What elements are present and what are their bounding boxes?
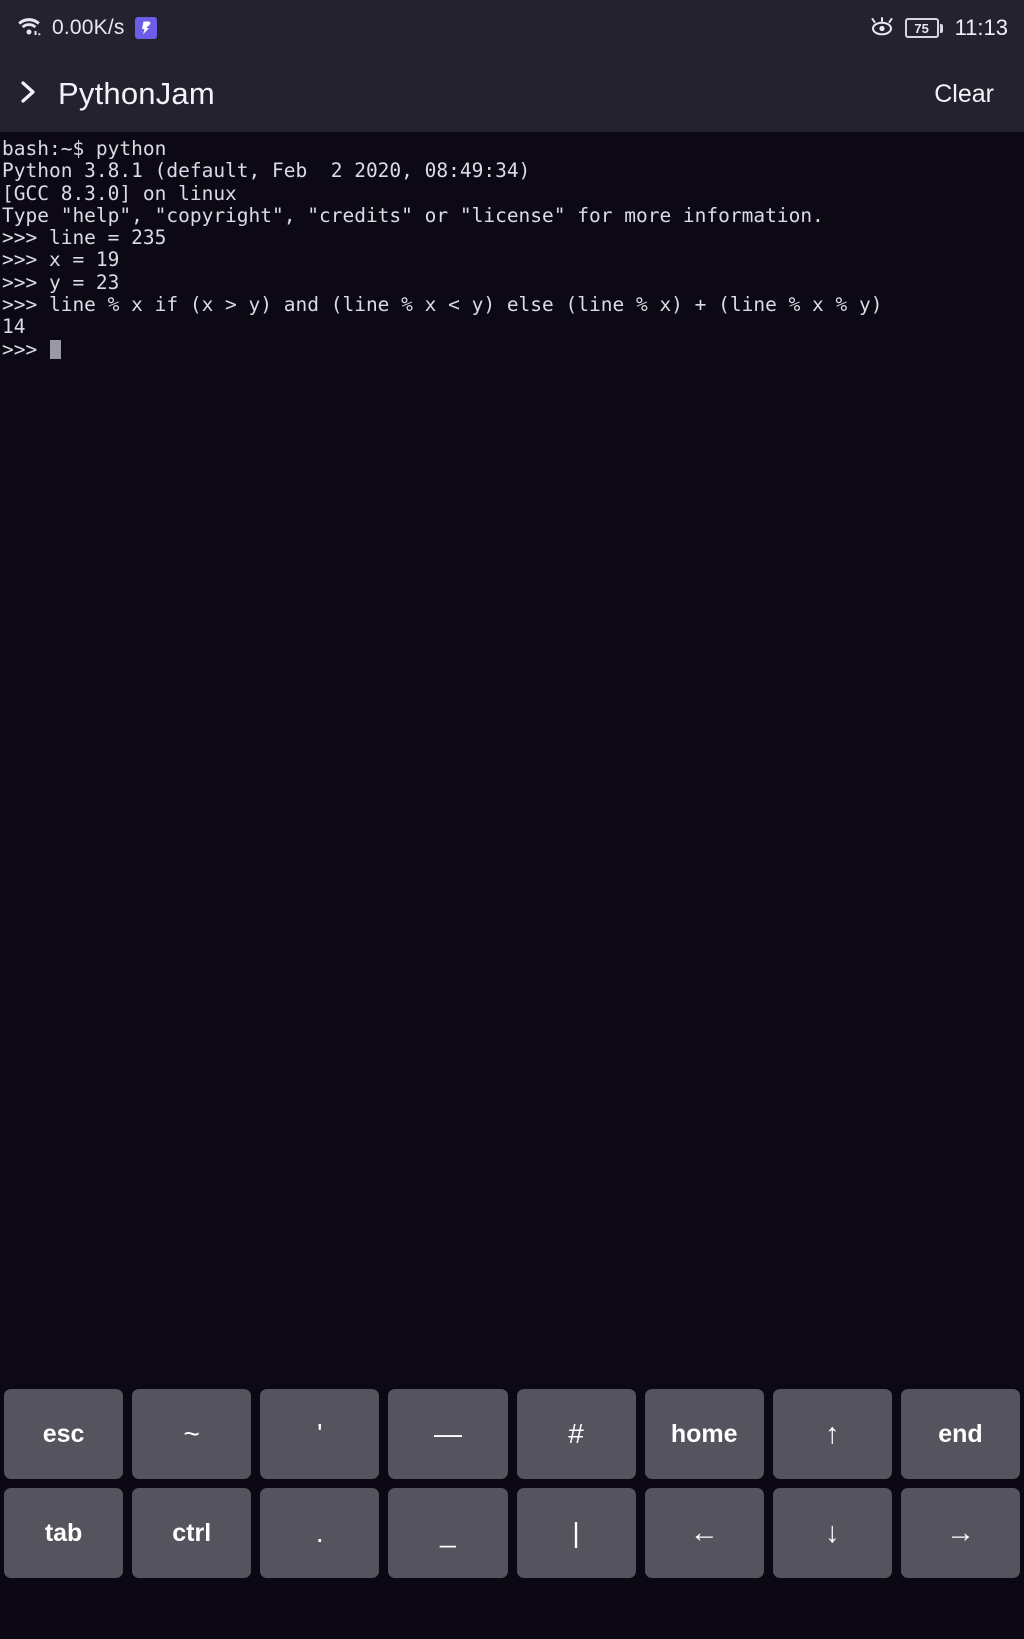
terminal-prompt-line[interactable]: >>> (2, 337, 1024, 361)
status-bar: 0.00K/s 75 11:13 (0, 0, 1024, 56)
network-speed-label: 0.00K/s (52, 16, 125, 39)
key-tab[interactable]: tab (4, 1488, 124, 1578)
key-hash[interactable]: # (516, 1389, 636, 1479)
terminal-line: >>> line % x if (x > y) and (line % x < … (2, 293, 883, 317)
keyboard-row: esc ~ ' — # home ↑ end (4, 1389, 1020, 1479)
clock-label: 11:13 (954, 15, 1008, 40)
key-ctrl[interactable]: ctrl (132, 1488, 252, 1578)
battery-body: 75 (904, 18, 939, 38)
key-arrow-right[interactable]: → (900, 1488, 1020, 1578)
key-arrow-left[interactable]: ← (644, 1488, 764, 1578)
key-esc[interactable]: esc (4, 1389, 124, 1479)
terminal-lines: bash:~$ python Python 3.8.1 (default, Feb… (2, 137, 1024, 339)
app-header: PythonJam Clear (0, 56, 1024, 132)
status-bar-left: 0.00K/s (16, 15, 157, 42)
terminal-prompt: >>> (2, 337, 49, 361)
page-title: PythonJam (58, 76, 215, 111)
key-end[interactable]: end (900, 1389, 1020, 1479)
chevron-right-icon[interactable] (14, 77, 44, 112)
terminal-line: >>> y = 23 (2, 270, 120, 294)
app-notification-icon[interactable] (134, 17, 157, 39)
terminal-cursor (49, 340, 61, 360)
key-period[interactable]: . (260, 1488, 380, 1578)
keyboard-toolbar: esc ~ ' — # home ↑ end tab ctrl. _ | ← ↓ → (0, 1389, 1024, 1639)
wifi-icon (16, 15, 42, 42)
battery-cap (939, 23, 943, 33)
key-tilde[interactable]: ~ (132, 1389, 252, 1479)
key-pipe[interactable]: | (516, 1488, 636, 1578)
keyboard-row: tab ctrl. _ | ← ↓ → (4, 1488, 1020, 1578)
status-bar-right: 75 11:13 (869, 15, 1008, 42)
terminal-line: [GCC 8.3.0] on linux (2, 181, 237, 205)
terminal-line: Python 3.8.1 (default, Feb 2 2020, 08:49… (2, 159, 531, 183)
terminal-line: bash:~$ python (2, 137, 167, 160)
terminal-line: Type "help", "copyright", "credits" or "… (2, 203, 824, 227)
app-header-left: PythonJam (14, 76, 215, 112)
terminal-line: >>> x = 19 (2, 248, 120, 272)
key-underscore[interactable]: _ (388, 1488, 508, 1578)
key-arrow-up[interactable]: ↑ (772, 1389, 892, 1479)
terminal-line: 14 (2, 315, 26, 339)
key-apostrophe[interactable]: ' (260, 1389, 380, 1479)
key-arrow-down[interactable]: ↓ (772, 1488, 892, 1578)
eye-care-icon (869, 15, 895, 42)
key-em-dash[interactable]: — (388, 1389, 508, 1479)
terminal-line: >>> line = 235 (2, 226, 167, 250)
clear-button[interactable]: Clear (930, 74, 998, 115)
key-home[interactable]: home (644, 1389, 764, 1479)
battery-indicator: 75 (904, 18, 943, 38)
terminal-output[interactable]: bash:~$ python Python 3.8.1 (default, Feb… (0, 132, 1024, 1389)
battery-level-label: 75 (914, 20, 929, 36)
